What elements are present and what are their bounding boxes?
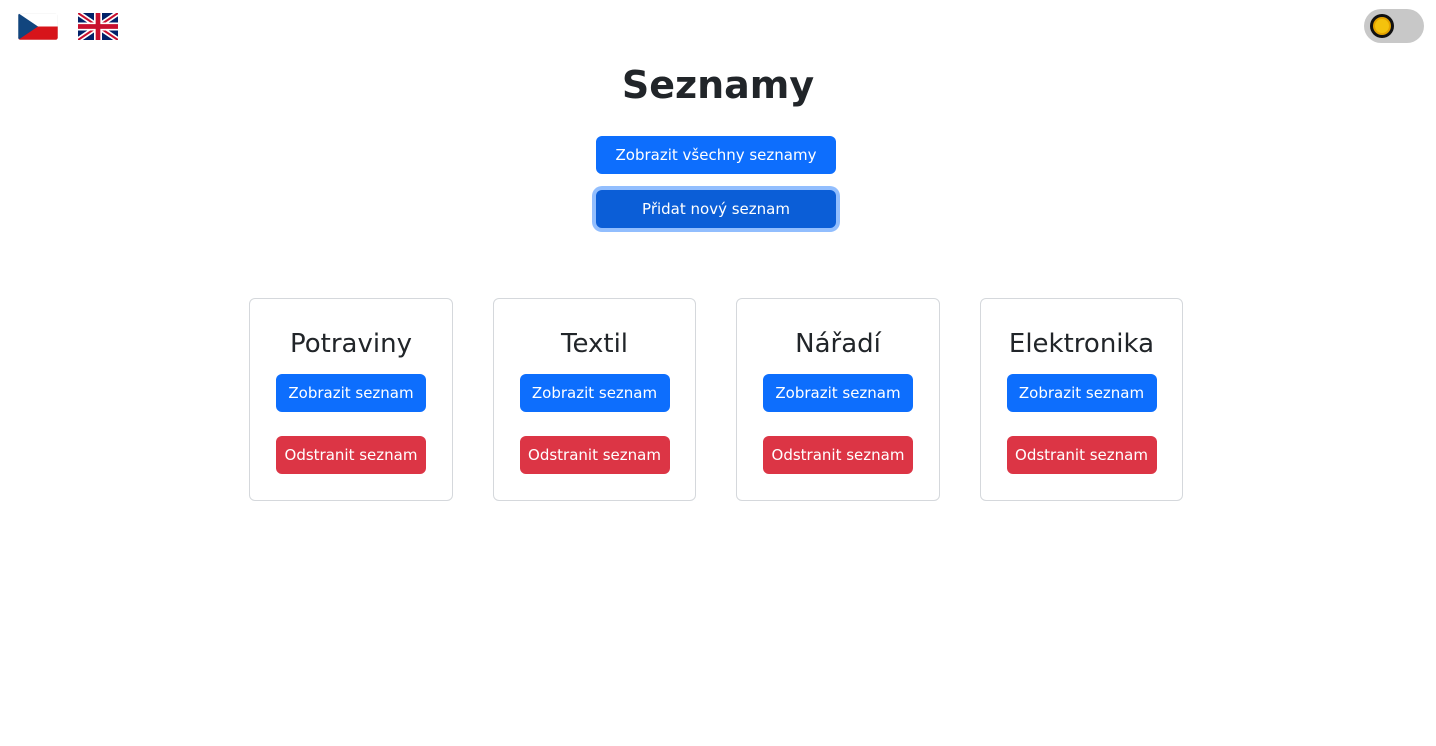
page-title: Seznamy xyxy=(621,63,815,107)
show-list-button[interactable]: Zobrazit seznam xyxy=(1006,374,1157,412)
list-card: Elektronika Zobrazit seznam Odstranit se… xyxy=(980,298,1183,501)
list-card: Nářadí Zobrazit seznam Odstranit seznam xyxy=(736,298,940,501)
delete-list-button[interactable]: Odstranit seznam xyxy=(276,436,426,474)
theme-toggle-knob xyxy=(1370,14,1394,38)
add-new-list-button[interactable]: Přidat nový seznam xyxy=(596,190,836,228)
delete-list-button[interactable]: Odstranit seznam xyxy=(1006,436,1157,474)
list-card-title: Potraviny xyxy=(290,329,412,359)
app-page: Seznamy Zobrazit všechny seznamy Přidat … xyxy=(0,0,1436,746)
list-card-title: Elektronika xyxy=(1008,329,1155,359)
uk-flag-icon[interactable] xyxy=(78,13,118,40)
list-card-title: Textil xyxy=(560,329,629,359)
list-card: Potraviny Zobrazit seznam Odstranit sezn… xyxy=(249,298,453,501)
theme-toggle[interactable] xyxy=(1364,9,1424,43)
show-list-button[interactable]: Zobrazit seznam xyxy=(519,374,670,412)
show-list-button[interactable]: Zobrazit seznam xyxy=(276,374,426,412)
list-card-title: Nářadí xyxy=(795,329,881,359)
sun-icon xyxy=(1375,19,1389,33)
delete-list-button[interactable]: Odstranit seznam xyxy=(519,436,670,474)
show-all-lists-button[interactable]: Zobrazit všechny seznamy xyxy=(596,136,836,174)
list-card: Textil Zobrazit seznam Odstranit seznam xyxy=(493,298,696,501)
czech-flag-icon[interactable] xyxy=(18,13,58,40)
delete-list-button[interactable]: Odstranit seznam xyxy=(763,436,913,474)
show-list-button[interactable]: Zobrazit seznam xyxy=(763,374,913,412)
